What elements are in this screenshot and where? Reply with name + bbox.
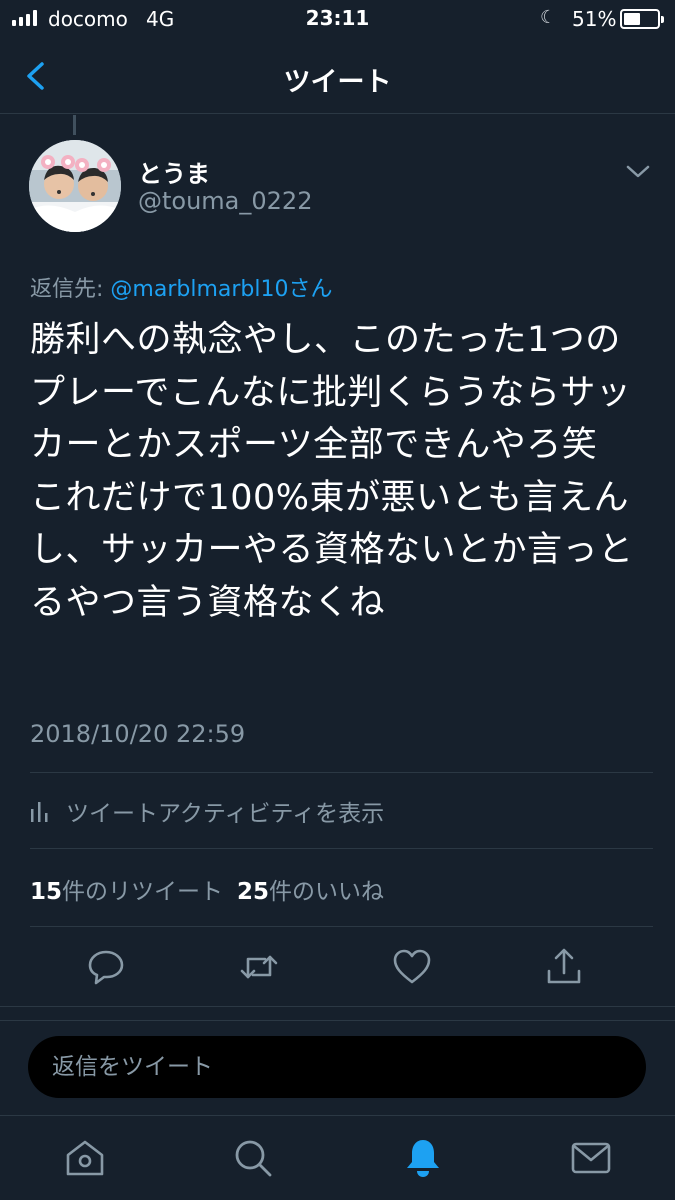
divider [30, 772, 653, 773]
battery-fill [624, 13, 641, 25]
divider [0, 1006, 675, 1007]
reply-icon [88, 950, 124, 985]
battery-percentage: 51% [572, 7, 617, 31]
thread-connector [73, 115, 76, 135]
reply-to-prefix: 返信先: [30, 277, 111, 302]
status-bar: docomo 4G 23:11 ☾ 51% [0, 0, 675, 38]
tab-bar [0, 1115, 675, 1200]
tweet-activity-link[interactable]: ツイートアクティビティを表示 [30, 796, 385, 827]
like-button[interactable] [390, 945, 434, 989]
like-count: 25 [237, 879, 270, 905]
retweet-count: 15 [30, 879, 63, 905]
user-handle[interactable]: @touma_0222 [138, 187, 312, 215]
like-label: 件のいいね [269, 879, 385, 905]
tab-search[interactable] [230, 1135, 276, 1181]
home-icon [66, 1140, 104, 1176]
retweet-button[interactable] [237, 945, 281, 989]
share-button[interactable] [542, 945, 586, 989]
chevron-down-icon [626, 165, 650, 178]
like-icon [393, 949, 431, 984]
avatar[interactable] [29, 140, 121, 232]
notifications-icon [407, 1140, 439, 1177]
tab-notifications[interactable] [400, 1135, 446, 1181]
more-options-button[interactable] [624, 160, 652, 184]
bar-chart-icon [31, 802, 48, 822]
retweet-icon [240, 955, 278, 979]
tab-home[interactable] [62, 1135, 108, 1181]
reply-button[interactable] [84, 945, 128, 989]
search-icon [235, 1140, 272, 1177]
divider [30, 848, 653, 849]
tweet-text: 勝利への執念やし、このたった1つのプレーでこんなに批判くらうならサッカーとかスポ… [30, 320, 634, 623]
tab-messages[interactable] [568, 1135, 614, 1181]
display-name[interactable]: とうま [138, 154, 210, 189]
navigation-bar: ツイート [0, 38, 675, 114]
reply-mention-link[interactable]: @marblmarbl10さん [110, 277, 332, 302]
reply-composer[interactable] [28, 1036, 646, 1098]
tweet-activity-label: ツイートアクティビティを表示 [66, 801, 385, 827]
engagement-stats: 15件のリツイート 25件のいいね [30, 872, 384, 906]
retweet-stats[interactable]: 15件のリツイート [30, 872, 223, 906]
avatar-image [29, 140, 121, 232]
reply-input[interactable] [28, 1036, 646, 1098]
messages-icon [571, 1142, 611, 1174]
reply-to-line: 返信先: @marblmarbl10さん [30, 271, 332, 303]
tweet-timestamp: 2018/10/20 22:59 [30, 720, 246, 748]
like-stats[interactable]: 25件のいいね [237, 872, 384, 906]
page-title: ツイート [283, 67, 392, 98]
divider [30, 926, 653, 927]
battery-icon [620, 9, 664, 29]
retweet-label: 件のリツイート [62, 879, 224, 905]
moon-icon: ☾ [540, 7, 557, 28]
share-icon [547, 948, 581, 984]
